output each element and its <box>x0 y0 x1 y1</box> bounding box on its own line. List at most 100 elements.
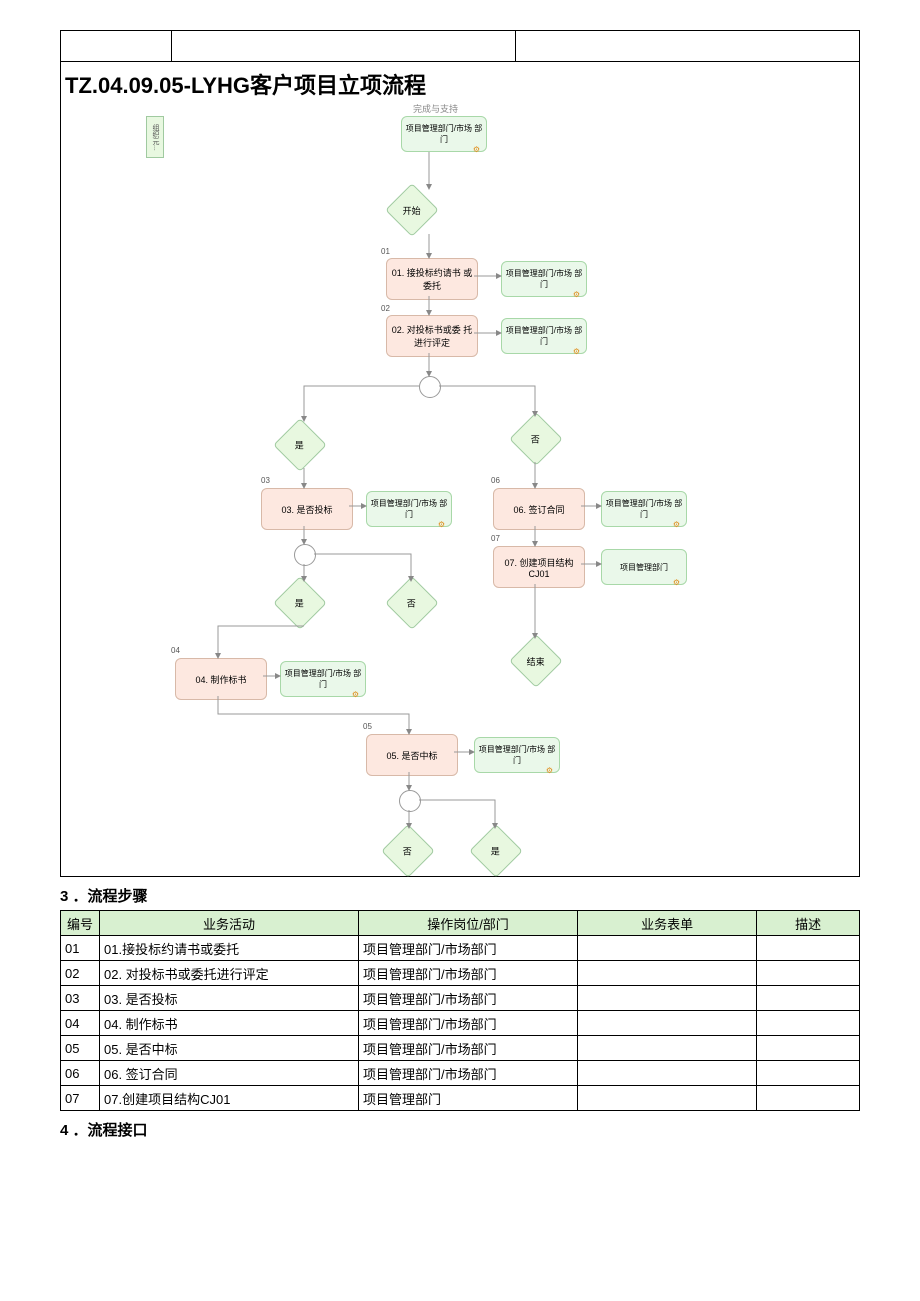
node05-role: 项目管理部门/市场 部门⚙ <box>474 737 560 773</box>
cell-desc <box>757 1036 860 1061</box>
section3-heading: 3 ．流程步骤 <box>60 885 860 906</box>
node03: 03. 是否投标 <box>261 488 353 530</box>
node02-role: 项目管理部门/市场 部门⚙ <box>501 318 587 354</box>
cell-no: 02 <box>61 961 100 986</box>
node01-role: 项目管理部门/市场 部门⚙ <box>501 261 587 297</box>
cell-form <box>578 1061 757 1086</box>
cell-dept: 项目管理部门/市场部门 <box>359 936 578 961</box>
cell-act: 04. 制作标书 <box>100 1011 359 1036</box>
flow-arrows <box>61 106 859 876</box>
node01-num: 01 <box>381 247 390 256</box>
node07-role: 项目管理部门⚙ <box>601 549 687 585</box>
diagram-title: TZ.04.09.05-LYHG客户项目立项流程 <box>61 62 859 106</box>
node03-num: 03 <box>261 476 270 485</box>
cell-form <box>578 936 757 961</box>
gateway-03 <box>294 544 316 566</box>
node05-num: 05 <box>363 722 372 731</box>
th-desc: 描述 <box>757 911 860 936</box>
table-row: 0505. 是否中标项目管理部门/市场部门 <box>61 1036 860 1061</box>
cell-desc <box>757 1086 860 1111</box>
cell-no: 03 <box>61 986 100 1011</box>
cell-desc <box>757 1011 860 1036</box>
section4-heading: 4 ．流程接口 <box>60 1119 860 1140</box>
role-icon: ⚙ <box>473 145 480 154</box>
cell-dept: 项目管理部门/市场部门 <box>359 961 578 986</box>
role-icon: ⚙ <box>546 766 553 775</box>
cell-form <box>578 1086 757 1111</box>
role-icon: ⚙ <box>573 290 580 299</box>
role-icon: ⚙ <box>673 520 680 529</box>
node04-role: 项目管理部门/市场 部门⚙ <box>280 661 366 697</box>
steps-table: 编号 业务活动 操作岗位/部门 业务表单 描述 0101.接投标约请书或委托项目… <box>60 910 860 1111</box>
gateway-split <box>419 376 441 398</box>
yes-branch: 是 <box>273 418 327 472</box>
no-05: 否 <box>381 824 435 878</box>
cell-act: 03. 是否投标 <box>100 986 359 1011</box>
cell-no: 01 <box>61 936 100 961</box>
cell-desc <box>757 1061 860 1086</box>
diagram-frame: TZ.04.09.05-LYHG客户项目立项流程 完成与支持 组织元... 项目… <box>60 61 860 877</box>
end-node: 结束 <box>509 634 563 688</box>
table-header-row: 编号 业务活动 操作岗位/部门 业务表单 描述 <box>61 911 860 936</box>
flowchart: 完成与支持 组织元... 项目管理部门/市场 部门 ⚙ 开始 01 01. 接投… <box>61 106 859 876</box>
node06: 06. 签订合同 <box>493 488 585 530</box>
table-row: 0707.创建项目结构CJ01项目管理部门 <box>61 1086 860 1111</box>
cell-no: 06 <box>61 1061 100 1086</box>
node03-role: 项目管理部门/市场 部门⚙ <box>366 491 452 527</box>
th-no: 编号 <box>61 911 100 936</box>
start-node: 开始 <box>385 183 439 237</box>
node05: 05. 是否中标 <box>366 734 458 776</box>
node02-num: 02 <box>381 304 390 313</box>
system-header: 完成与支持 <box>413 102 458 115</box>
role-icon: ⚙ <box>673 578 680 587</box>
role-icon: ⚙ <box>352 690 359 699</box>
cell-form <box>578 986 757 1011</box>
cell-act: 07.创建项目结构CJ01 <box>100 1086 359 1111</box>
no-03: 否 <box>385 576 439 630</box>
cell-dept: 项目管理部门 <box>359 1086 578 1111</box>
cell-form <box>578 961 757 986</box>
node07: 07. 创建项目结构 CJ01 <box>493 546 585 588</box>
node04: 04. 制作标书 <box>175 658 267 700</box>
th-form: 业务表单 <box>578 911 757 936</box>
cell-desc <box>757 936 860 961</box>
role-header-text: 项目管理部门/市场 部门 <box>404 123 484 145</box>
swimlane-label: 组织元... <box>146 116 164 158</box>
table-row: 0202. 对投标书或委托进行评定项目管理部门/市场部门 <box>61 961 860 986</box>
cell-dept: 项目管理部门/市场部门 <box>359 1011 578 1036</box>
cell-dept: 项目管理部门/市场部门 <box>359 1036 578 1061</box>
cell-no: 05 <box>61 1036 100 1061</box>
node04-num: 04 <box>171 646 180 655</box>
cell-dept: 项目管理部门/市场部门 <box>359 986 578 1011</box>
cell-act: 02. 对投标书或委托进行评定 <box>100 961 359 986</box>
cell-form <box>578 1036 757 1061</box>
cell-no: 04 <box>61 1011 100 1036</box>
cell-dept: 项目管理部门/市场部门 <box>359 1061 578 1086</box>
top-blank-row <box>60 30 860 61</box>
cell-desc <box>757 961 860 986</box>
table-row: 0404. 制作标书项目管理部门/市场部门 <box>61 1011 860 1036</box>
cell-act: 05. 是否中标 <box>100 1036 359 1061</box>
cell-act: 06. 签订合同 <box>100 1061 359 1086</box>
cell-act: 01.接投标约请书或委托 <box>100 936 359 961</box>
cell-no: 07 <box>61 1086 100 1111</box>
role-header: 项目管理部门/市场 部门 ⚙ <box>401 116 487 152</box>
th-activity: 业务活动 <box>100 911 359 936</box>
cell-form <box>578 1011 757 1036</box>
yes-05: 是 <box>469 824 523 878</box>
node01: 01. 接投标约请书 或委托 <box>386 258 478 300</box>
th-dept: 操作岗位/部门 <box>359 911 578 936</box>
cell-desc <box>757 986 860 1011</box>
yes-03: 是 <box>273 576 327 630</box>
role-icon: ⚙ <box>438 520 445 529</box>
role-icon: ⚙ <box>573 347 580 356</box>
table-row: 0606. 签订合同项目管理部门/市场部门 <box>61 1061 860 1086</box>
node07-num: 07 <box>491 534 500 543</box>
node06-role: 项目管理部门/市场 部门⚙ <box>601 491 687 527</box>
node02: 02. 对投标书或委 托进行评定 <box>386 315 478 357</box>
no-branch: 否 <box>509 412 563 466</box>
node06-num: 06 <box>491 476 500 485</box>
table-row: 0303. 是否投标项目管理部门/市场部门 <box>61 986 860 1011</box>
table-row: 0101.接投标约请书或委托项目管理部门/市场部门 <box>61 936 860 961</box>
gateway-05 <box>399 790 421 812</box>
